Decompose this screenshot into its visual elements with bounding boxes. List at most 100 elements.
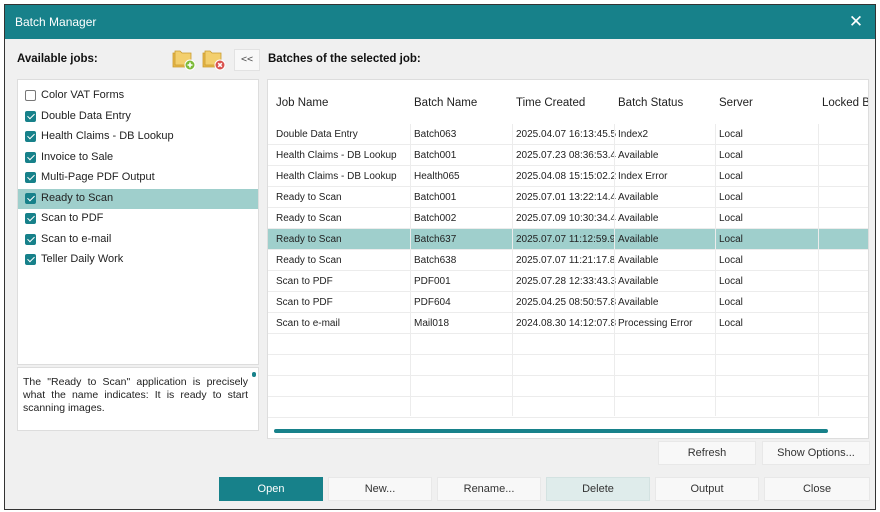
job-label: Ready to Scan xyxy=(41,191,114,204)
empty-row xyxy=(268,355,868,376)
job-item[interactable]: Color VAT Forms xyxy=(18,86,258,106)
table-cell: 2025.07.23 08:36:53.41 xyxy=(516,150,616,161)
job-item[interactable]: Invoice to Sale xyxy=(18,148,258,168)
table-cell: Mail018 xyxy=(414,318,450,329)
open-button[interactable]: Open xyxy=(219,477,323,501)
folder-add-icon[interactable] xyxy=(171,46,197,72)
column-header[interactable]: Server xyxy=(719,97,753,109)
close-button[interactable]: Close xyxy=(764,477,870,501)
title-bar: Batch Manager ✕ xyxy=(5,5,875,39)
job-label: Double Data Entry xyxy=(41,109,131,122)
table-cell: Local xyxy=(719,129,743,140)
job-item[interactable]: Double Data Entry xyxy=(18,107,258,127)
table-cell: 2025.07.07 11:12:59.97 xyxy=(516,234,616,245)
job-label: Health Claims - DB Lookup xyxy=(41,130,174,142)
table-cell: Batch063 xyxy=(414,129,457,140)
column-header[interactable]: Time Created xyxy=(516,97,585,109)
table-cell: PDF001 xyxy=(414,276,451,287)
collapse-panel-button[interactable]: << xyxy=(234,49,260,71)
job-item[interactable]: Multi-Page PDF Output xyxy=(18,168,258,188)
job-label: Scan to e-mail xyxy=(41,232,112,245)
job-label: Teller Daily Work xyxy=(41,253,124,265)
job-item[interactable]: Scan to e-mail xyxy=(18,230,258,250)
job-checkbox[interactable] xyxy=(25,192,36,204)
table-cell: 2025.04.08 15:15:02.25 xyxy=(516,171,616,182)
table-row[interactable]: Health Claims - DB Lookup Batch001 2025.07… xyxy=(268,145,868,166)
job-checkbox[interactable] xyxy=(25,151,36,163)
column-header[interactable]: Batch Name xyxy=(414,97,477,109)
table-row[interactable]: Scan to PDF PDF604 2025.04.25 08:50:57.82 A… xyxy=(268,292,868,313)
job-checkbox[interactable] xyxy=(25,110,36,122)
table-cell: Batch001 xyxy=(414,150,457,161)
refresh-button[interactable]: Refresh xyxy=(658,441,756,465)
table-cell: Scan to e-mail xyxy=(276,318,340,329)
table-cell: Local xyxy=(719,192,743,203)
job-item[interactable]: Scan to PDF xyxy=(18,209,258,229)
job-item[interactable]: Teller Daily Work xyxy=(18,250,258,270)
job-item[interactable]: Ready to Scan xyxy=(18,188,258,209)
rename-button[interactable]: Rename... xyxy=(437,477,541,501)
table-cell: Available xyxy=(618,150,659,161)
horizontal-scrollbar[interactable] xyxy=(274,429,828,433)
table-cell: Available xyxy=(618,255,659,266)
table-cell: PDF604 xyxy=(414,297,451,308)
table-cell: Local xyxy=(719,234,743,245)
table-row[interactable]: Scan to e-mail Mail018 2024.08.30 14:12:07… xyxy=(268,313,868,334)
column-header[interactable]: Job Name xyxy=(276,97,328,109)
job-checkbox[interactable] xyxy=(25,254,36,265)
table-cell: Batch001 xyxy=(414,192,457,203)
output-button[interactable]: Output xyxy=(655,477,759,501)
table-cell: Index Error xyxy=(618,171,668,182)
empty-row xyxy=(268,376,868,397)
table-cell: Health Claims - DB Lookup xyxy=(276,150,397,161)
column-divider xyxy=(818,124,819,416)
column-header[interactable]: Batch Status xyxy=(618,97,683,109)
job-checkbox[interactable] xyxy=(25,131,36,142)
table-row[interactable]: Double Data Entry Batch063 2025.04.07 16:1… xyxy=(268,124,868,145)
available-jobs-label: Available jobs: xyxy=(17,53,98,65)
table-cell: 2025.07.01 13:22:14.49 xyxy=(516,192,616,203)
table-row[interactable]: Scan to PDF PDF001 2025.07.28 12:33:43.36 A… xyxy=(268,271,868,292)
table-cell: Local xyxy=(719,150,743,161)
batches-grid: Job Name Batch Name Time Created Batch Stat… xyxy=(267,79,869,439)
column-divider xyxy=(512,124,513,416)
table-row[interactable]: Ready to Scan Batch638 2025.07.07 11:21:17… xyxy=(268,250,868,271)
job-item[interactable]: Health Claims - DB Lookup xyxy=(18,127,258,147)
table-cell: Local xyxy=(719,213,743,224)
column-header[interactable]: Locked By xyxy=(822,97,868,109)
job-checkbox[interactable] xyxy=(25,213,36,224)
table-cell: Batch638 xyxy=(414,255,457,266)
table-cell: Health Claims - DB Lookup xyxy=(276,171,397,182)
job-checkbox[interactable] xyxy=(25,90,36,101)
table-row[interactable]: Ready to Scan Batch637 2025.07.07 11:12:59… xyxy=(268,229,868,250)
job-label: Multi-Page PDF Output xyxy=(41,171,155,183)
table-row[interactable]: Ready to Scan Batch001 2025.07.01 13:22:14… xyxy=(268,187,868,208)
job-description: The "Ready to Scan" application is preci… xyxy=(17,367,259,431)
column-divider xyxy=(410,124,411,416)
show-options-button[interactable]: Show Options... xyxy=(762,441,870,465)
table-cell: 2025.07.09 10:30:34.45 xyxy=(516,213,616,224)
job-checkbox[interactable] xyxy=(25,172,36,183)
table-cell: 2025.04.25 08:50:57.82 xyxy=(516,297,616,308)
table-row[interactable]: Ready to Scan Batch002 2025.07.09 10:30:34… xyxy=(268,208,868,229)
batch-manager-window: Batch Manager ✕ Available jobs: << Batch… xyxy=(4,4,876,510)
close-icon[interactable]: ✕ xyxy=(845,11,867,33)
job-checkbox[interactable] xyxy=(25,233,36,245)
folder-remove-icon[interactable] xyxy=(201,46,227,72)
table-cell: Local xyxy=(719,171,743,182)
table-cell: Local xyxy=(719,276,743,287)
table-cell: Ready to Scan xyxy=(276,255,342,266)
jobs-list: Color VAT Forms Double Data Entry Health C… xyxy=(17,79,259,365)
table-cell: 2025.04.07 16:13:45.55 xyxy=(516,129,616,140)
new-button[interactable]: New... xyxy=(328,477,432,501)
delete-button[interactable]: Delete xyxy=(546,477,650,501)
table-cell: Ready to Scan xyxy=(276,192,342,203)
table-cell: 2025.07.07 11:21:17.82 xyxy=(516,255,616,266)
table-cell: Scan to PDF xyxy=(276,297,333,308)
batches-label: Batches of the selected job: xyxy=(268,53,421,65)
table-cell: 2025.07.28 12:33:43.36 xyxy=(516,276,616,287)
table-cell: Local xyxy=(719,318,743,329)
window-title: Batch Manager xyxy=(15,15,97,29)
empty-row xyxy=(268,334,868,355)
table-row[interactable]: Health Claims - DB Lookup Health065 2025.0… xyxy=(268,166,868,187)
